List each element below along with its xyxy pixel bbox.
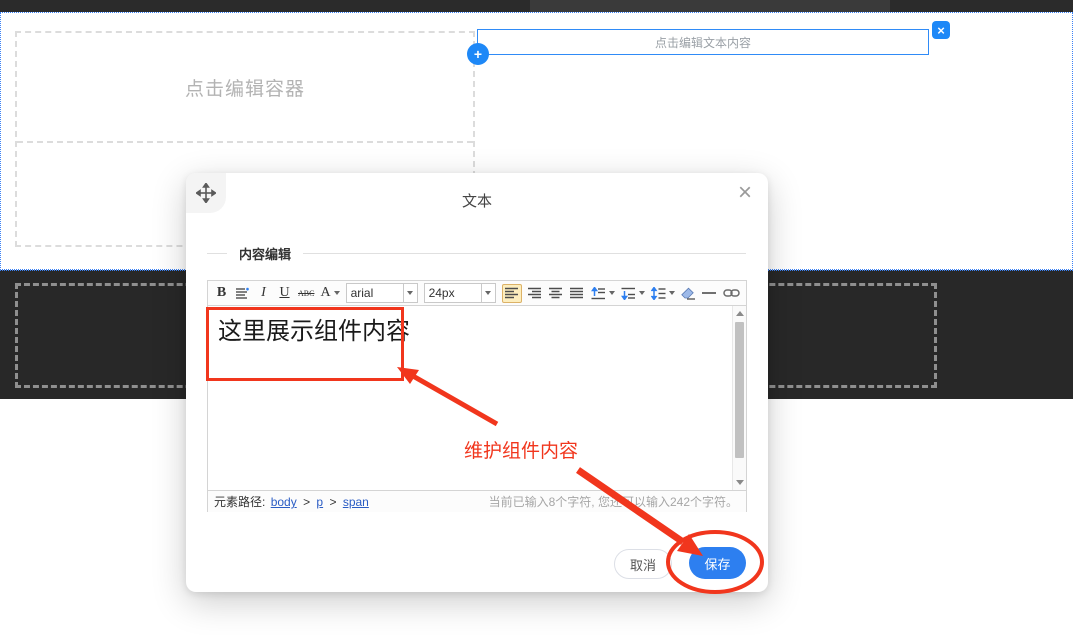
section-label: 内容编辑 [239,244,291,263]
divider-line-left [207,253,227,254]
text-element-label: 点击编辑文本内容 [655,34,751,51]
path-link-p[interactable]: p [316,495,323,509]
plus-icon: + [474,47,482,61]
align-justify-icon [570,287,584,299]
bold-button[interactable]: B [214,284,229,303]
align-left-icon [505,287,519,299]
align-center-button[interactable] [549,284,564,303]
char-count: 当前已输入8个字符, 您还可以输入242个字符。 [489,493,738,510]
align-right-button[interactable] [528,284,543,303]
horizontal-rule-icon [702,291,716,295]
chevron-down-icon [669,291,675,295]
chevron-down-icon [334,291,340,295]
editor-toolbar: B I U ABC A arial [208,281,746,306]
font-color-button[interactable]: A [320,284,339,303]
insert-link-button[interactable] [723,284,740,303]
font-size-value: 24px [425,286,481,300]
paragraph-spacing-bottom-button[interactable] [621,284,645,303]
save-button[interactable]: 保存 [689,547,746,579]
spacing-bottom-icon [621,287,636,300]
element-path: 元素路径: body > p > span [214,493,371,510]
scroll-down-icon[interactable] [736,480,744,485]
text-edit-dialog: 文本 × 内容编辑 B I U ABC [186,173,768,592]
font-size-select[interactable]: 24px [424,283,496,303]
container-placeholder-label: 点击编辑容器 [185,74,305,101]
link-icon [723,288,740,298]
line-height-button[interactable] [651,284,675,303]
clear-format-button[interactable] [681,284,696,303]
paragraph-spacing-top-button[interactable] [591,284,615,303]
indent-button[interactable] [235,284,250,303]
container-placeholder-row[interactable]: 点击编辑容器 [17,33,473,143]
strikethrough-button[interactable]: ABC [298,284,314,303]
path-link-span[interactable]: span [343,495,369,509]
scroll-up-icon[interactable] [736,311,744,316]
horizontal-rule-button[interactable] [702,284,717,303]
align-right-icon [528,287,542,299]
text-element-placeholder[interactable]: 点击编辑文本内容 [477,29,929,55]
cancel-button[interactable]: 取消 [614,549,672,579]
dialog-title: 文本 [186,190,768,211]
font-family-arrow[interactable] [403,284,417,302]
path-link-body[interactable]: body [271,495,297,509]
spacing-top-icon [591,287,606,300]
delete-element-button[interactable]: × [932,21,950,39]
add-component-button[interactable]: + [467,43,489,65]
section-divider: 内容编辑 [207,245,746,261]
divider-line-right [303,253,746,254]
annotation-note: 维护组件内容 [464,436,578,463]
font-family-select[interactable]: arial [346,283,418,303]
indent-icon [235,287,250,300]
top-bar-highlight [530,0,890,12]
align-left-button[interactable] [502,284,522,303]
chevron-down-icon [407,291,413,295]
element-path-label: 元素路径: [214,495,265,509]
font-color-label: A [320,285,330,301]
font-size-arrow[interactable] [481,284,495,302]
eraser-icon [681,287,696,300]
italic-button[interactable]: I [256,284,271,303]
line-height-icon [651,287,666,300]
path-separator: > [329,495,336,509]
chevron-down-icon [485,291,491,295]
close-icon: × [937,24,945,37]
scrollbar-thumb[interactable] [735,322,744,458]
align-center-icon [549,287,563,299]
chevron-down-icon [639,291,645,295]
top-dark-bar [0,0,1073,12]
font-family-value: arial [347,286,403,300]
annotation-highlight-box [206,307,404,381]
underline-button[interactable]: U [277,284,292,303]
path-separator: > [303,495,310,509]
align-justify-button[interactable] [570,284,585,303]
editor-scrollbar[interactable] [732,306,746,490]
dialog-close-button[interactable]: × [738,181,752,205]
editor-statusbar: 元素路径: body > p > span 当前已输入8个字符, 您还可以输入2… [208,490,746,512]
chevron-down-icon [609,291,615,295]
